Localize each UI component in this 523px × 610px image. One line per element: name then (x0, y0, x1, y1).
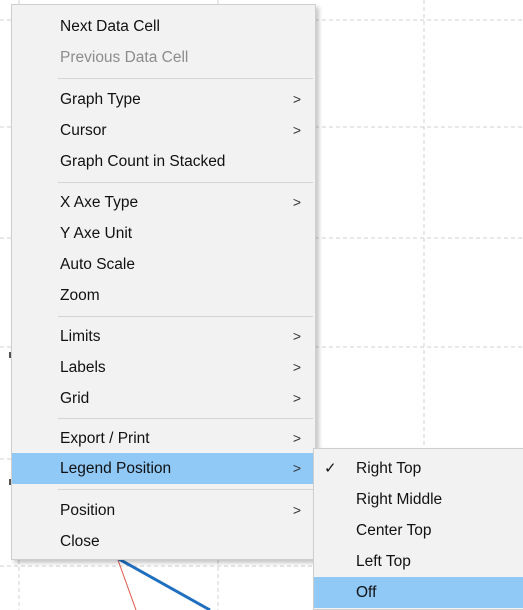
submenu-arrow-icon: > (292, 194, 301, 210)
menu-item-label: Cursor (60, 122, 107, 139)
menu-separator (58, 182, 313, 183)
menu-item-label: Close (60, 533, 100, 550)
menu-item-zoom[interactable]: Zoom (12, 280, 315, 311)
submenu-arrow-icon: > (292, 430, 301, 446)
submenu-arrow-icon: > (292, 91, 301, 107)
submenu-arrow-icon: > (292, 460, 301, 476)
menu-separator (58, 489, 313, 490)
menu-item-auto-scale[interactable]: Auto Scale (12, 249, 315, 280)
menu-item-label: Labels (60, 359, 106, 376)
menu-item-labels[interactable]: Labels > (12, 352, 315, 383)
submenu-item-label: Left Top (356, 553, 411, 570)
menu-item-grid[interactable]: Grid > (12, 383, 315, 414)
menu-item-legend-position[interactable]: Legend Position > (12, 453, 315, 484)
menu-item-export-print[interactable]: Export / Print > (12, 423, 315, 454)
menu-item-position[interactable]: Position > (12, 495, 315, 526)
menu-separator (58, 418, 313, 419)
submenu-item-off[interactable]: Off (314, 577, 523, 608)
menu-separator (58, 78, 313, 79)
submenu-item-label: Right Middle (356, 491, 443, 508)
submenu-arrow-icon: > (292, 502, 301, 518)
menu-item-label: Grid (60, 390, 90, 407)
menu-item-limits[interactable]: Limits > (12, 321, 315, 352)
menu-item-graph-count-in-stacked[interactable]: Graph Count in Stacked (12, 146, 315, 177)
submenu-arrow-icon: > (292, 359, 301, 375)
submenu-item-label: Off (356, 584, 377, 601)
submenu-arrow-icon: > (292, 122, 301, 138)
menu-item-close[interactable]: Close (12, 526, 315, 557)
menu-item-label: Graph Type (60, 91, 141, 108)
menu-item-y-axe-unit[interactable]: Y Axe Unit (12, 218, 315, 249)
menu-item-label: Auto Scale (60, 256, 135, 273)
menu-item-label: Limits (60, 328, 101, 345)
submenu-item-label: Center Top (356, 522, 432, 539)
menu-item-previous-data-cell: Previous Data Cell (12, 42, 315, 73)
menu-item-label: Export / Print (60, 430, 150, 447)
menu-item-label: X Axe Type (60, 194, 139, 211)
menu-item-label: Previous Data Cell (60, 49, 189, 66)
menu-separator (58, 316, 313, 317)
submenu-item-left-top[interactable]: Left Top (314, 546, 523, 577)
menu-item-cursor[interactable]: Cursor > (12, 115, 315, 146)
submenu-arrow-icon: > (292, 390, 301, 406)
menu-item-label: Next Data Cell (60, 18, 160, 35)
menu-item-next-data-cell[interactable]: Next Data Cell (12, 11, 315, 42)
submenu-item-center-top[interactable]: Center Top (314, 515, 523, 546)
legend-position-submenu: ✓ Right Top Right Middle Center Top Left… (313, 448, 523, 610)
menu-item-x-axe-type[interactable]: X Axe Type > (12, 187, 315, 218)
menu-item-graph-type[interactable]: Graph Type > (12, 84, 315, 115)
submenu-item-right-top[interactable]: ✓ Right Top (314, 453, 523, 484)
submenu-item-label: Right Top (356, 460, 422, 477)
checkmark-icon: ✓ (324, 460, 337, 477)
submenu-item-right-middle[interactable]: Right Middle (314, 484, 523, 515)
menu-item-label: Legend Position (60, 460, 172, 477)
menu-item-label: Zoom (60, 287, 100, 304)
menu-item-label: Y Axe Unit (60, 225, 133, 242)
menu-item-label: Graph Count in Stacked (60, 153, 226, 170)
graph-context-menu: Next Data Cell Previous Data Cell Graph … (11, 4, 316, 560)
menu-item-label: Position (60, 502, 116, 519)
submenu-arrow-icon: > (292, 328, 301, 344)
